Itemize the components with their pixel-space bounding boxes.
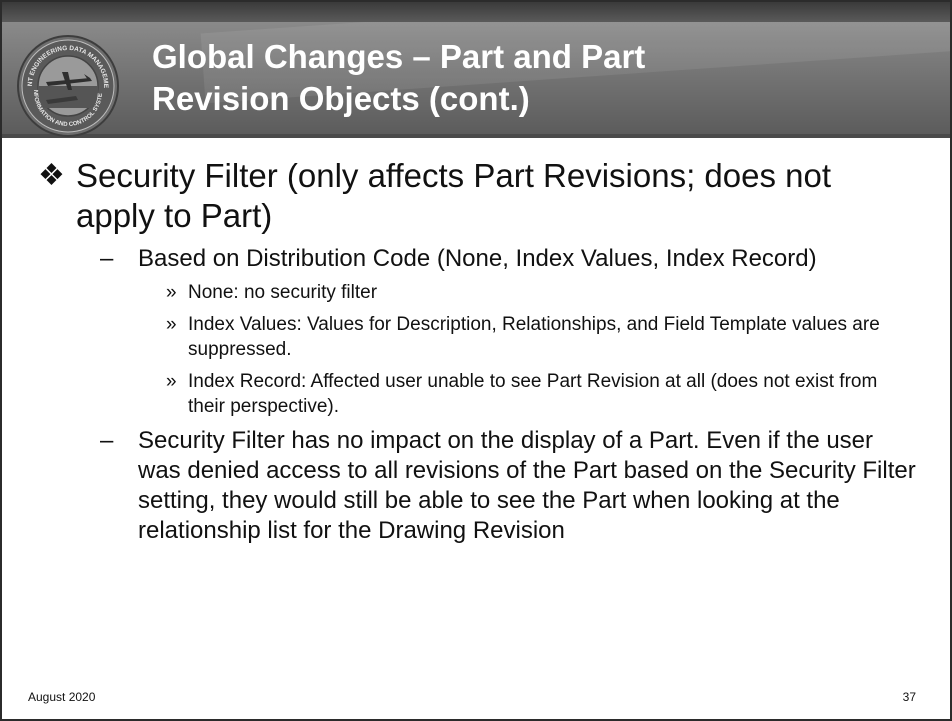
chevron-bullet-icon: » [166, 371, 177, 392]
slide: JOINT ENGINEERING DATA MANAGEMENT INFORM… [0, 0, 952, 721]
sub-sub-bullet-3: » Index Record: Affected user unable to … [38, 369, 918, 419]
footer-date: August 2020 [28, 690, 96, 704]
sub-bullet-2: – Security Filter has no impact on the d… [38, 426, 918, 546]
seal-emblem-icon: JOINT ENGINEERING DATA MANAGEMENT INFORM… [16, 34, 119, 137]
main-bullet-text: Security Filter (only affects Part Revis… [76, 157, 832, 234]
dash-bullet-icon: – [100, 245, 114, 272]
chevron-bullet-icon: » [166, 282, 177, 303]
sub-bullet-1-text: Based on Distribution Code (None, Index … [138, 245, 817, 272]
slide-content: ❖ Security Filter (only affects Part Rev… [38, 156, 918, 552]
sub-sub-bullet-2-text: Index Values: Values for Description, Re… [188, 314, 880, 360]
main-bullet: ❖ Security Filter (only affects Part Rev… [38, 156, 918, 236]
slide-title-line1: Global Changes – Part and Part [152, 38, 646, 75]
slide-title-line2: Revision Objects (cont.) [152, 80, 530, 117]
sub-bullet-2-text: Security Filter has no impact on the dis… [138, 427, 916, 544]
diamond-bullet-icon: ❖ [38, 159, 65, 192]
title-underline [2, 134, 950, 138]
page-number: 37 [902, 690, 916, 704]
sub-sub-bullet-1-text: None: no security filter [188, 282, 378, 303]
dash-bullet-icon: – [100, 427, 114, 454]
sub-bullet-1: – Based on Distribution Code (None, Inde… [38, 244, 918, 274]
top-band [2, 2, 950, 22]
sub-sub-bullet-2: » Index Values: Values for Description, … [38, 312, 918, 362]
chevron-bullet-icon: » [166, 314, 177, 335]
slide-title: Global Changes – Part and Part Revision … [152, 36, 912, 120]
sub-sub-bullet-1: » None: no security filter [38, 280, 918, 305]
sub-sub-bullet-3-text: Index Record: Affected user unable to se… [188, 371, 878, 417]
